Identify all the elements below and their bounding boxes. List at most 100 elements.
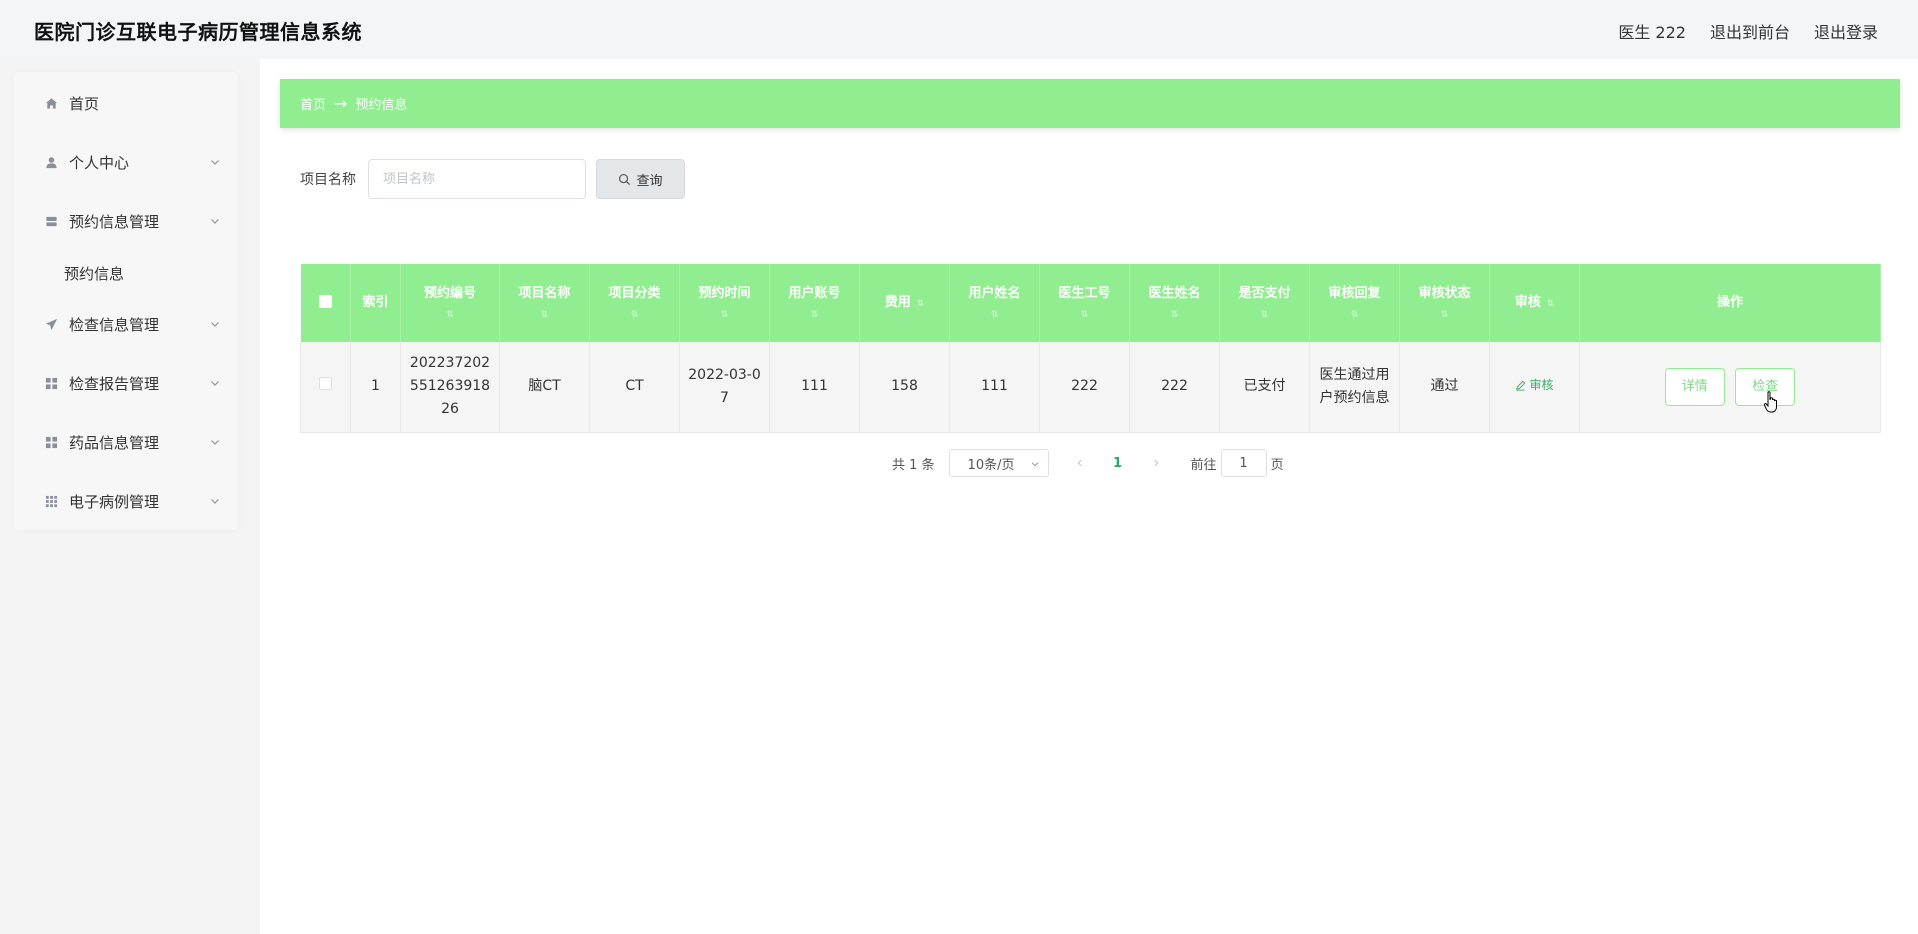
sidebar-item-personal-center[interactable]: 个人中心	[14, 142, 238, 182]
sidebar-item-exam-management[interactable]: 检查信息管理	[14, 304, 238, 344]
sort-icon[interactable]: ⇅	[1042, 309, 1127, 321]
table-row: 1 202237202551263918 26 脑CT CT 2022-03-0…	[300, 342, 1881, 433]
sort-icon[interactable]: ⇅	[772, 309, 857, 321]
booking-no-cell: 202237202551263918 26	[400, 342, 500, 433]
project-name-cell: 脑CT	[499, 342, 590, 433]
search-label: 项目名称	[300, 172, 356, 188]
column-header[interactable]: 审核状态 ⇅	[1399, 264, 1490, 342]
sidebar-item-label: 检查信息管理	[69, 315, 160, 334]
chevron-down-icon	[1031, 462, 1038, 467]
sidebar-item-emr-management[interactable]: 电子病例管理	[14, 481, 238, 521]
prev-page-button[interactable]	[1065, 449, 1095, 477]
goto-label: 前往	[1190, 457, 1217, 473]
search-input[interactable]	[368, 159, 586, 199]
search-button[interactable]: 查询	[596, 159, 685, 199]
goto-page-input[interactable]	[1220, 449, 1267, 477]
select-all-checkbox[interactable]	[318, 294, 332, 308]
column-header[interactable]: 审核 ⇅	[1489, 264, 1580, 342]
home-icon	[44, 96, 58, 110]
grid-icon	[44, 376, 58, 390]
sidebar-item-drug-management[interactable]: 药品信息管理	[14, 422, 238, 462]
sort-icon[interactable]: ⇅	[682, 309, 767, 321]
search-button-label: 查询	[636, 173, 663, 189]
sort-icon[interactable]: ⇅	[1132, 309, 1217, 321]
page-number[interactable]: 1	[1103, 456, 1133, 471]
audit-cell: 审核	[1489, 342, 1580, 433]
breadcrumb: 首页 → 预约信息	[280, 79, 1900, 128]
sort-icon[interactable]: ⇅	[592, 309, 677, 321]
apps-icon	[44, 494, 58, 508]
user-icon	[44, 155, 58, 169]
chevron-down-icon	[211, 440, 219, 445]
column-header[interactable]: 预约时间 ⇅	[679, 264, 770, 342]
main-content: 首页 → 预约信息 项目名称 查询 索引 预约编号⇅ 项目名称⇅ 项目分类⇅ 预…	[260, 59, 1918, 934]
column-header[interactable]: 费用 ⇅	[859, 264, 950, 342]
sidebar-item-label: 检查报告管理	[69, 374, 160, 393]
sidebar-item-booking-info[interactable]: 预约信息	[14, 253, 238, 293]
sort-icon[interactable]: ⇅	[1402, 309, 1487, 321]
column-header[interactable]: 审核回复 ⇅	[1309, 264, 1400, 342]
column-header[interactable]: 项目名称 ⇅	[499, 264, 590, 342]
sidebar: 首页 个人中心 预约信息管理 预约信息 检查信息管理 检查报告管理 药品信息管理…	[14, 72, 238, 530]
select-all-header	[300, 264, 351, 342]
booking-time-cell: 2022-03-07	[679, 342, 770, 433]
column-header[interactable]: 是否支付 ⇅	[1219, 264, 1310, 342]
sidebar-item-report-management[interactable]: 检查报告管理	[14, 363, 238, 403]
top-right-nav: 医生 222 退出到前台 退出登录	[1618, 19, 1878, 43]
edit-icon	[1516, 380, 1526, 391]
breadcrumb-separator: →	[334, 94, 348, 113]
chevron-down-icon	[211, 160, 219, 165]
chevron-down-icon	[211, 499, 219, 504]
sort-icon[interactable]: ⇅	[952, 309, 1037, 321]
booking-table: 索引 预约编号 ⇅ 项目名称 ⇅ 项目分类 ⇅ 预约时间 ⇅ 用户账号 ⇅ 费用 ⇅ 用户姓…	[300, 264, 1881, 433]
back-to-front-link[interactable]: 退出到前台	[1710, 19, 1790, 43]
row-select-cell	[300, 342, 351, 433]
chevron-down-icon	[211, 381, 219, 386]
project-type-cell: CT	[589, 342, 680, 433]
calendar-icon	[44, 214, 58, 228]
column-header[interactable]: 医生工号 ⇅	[1039, 264, 1130, 342]
sort-icon[interactable]: ⇅	[1312, 309, 1397, 321]
pagination: 共 1 条 10条/页 1 前往 页	[892, 449, 1284, 477]
sidebar-item-label: 个人中心	[69, 153, 130, 172]
sidebar-item-label: 预约信息	[64, 264, 125, 283]
sort-icon[interactable]: ⇅	[1222, 309, 1307, 321]
sidebar-item-label: 药品信息管理	[69, 433, 160, 452]
column-header: 索引	[350, 264, 401, 342]
audit-link[interactable]: 审核	[1515, 374, 1554, 397]
table-header-row: 索引 预约编号 ⇅ 项目名称 ⇅ 项目分类 ⇅ 预约时间 ⇅ 用户账号 ⇅ 费用 ⇅ 用户姓…	[300, 264, 1881, 342]
page-suffix: 页	[1270, 457, 1284, 473]
sort-icon[interactable]: ⇅	[403, 309, 497, 321]
sort-icon[interactable]: ⇅	[917, 299, 925, 309]
audit-reply-cell: 医生通过用户预约信息	[1309, 342, 1400, 433]
page-size-select[interactable]: 10条/页	[948, 449, 1049, 477]
breadcrumb-home[interactable]: 首页	[300, 94, 326, 113]
top-bar: 医院门诊互联电子病历管理信息系统 医生 222 退出到前台 退出登录	[0, 0, 1918, 59]
row-checkbox[interactable]	[319, 377, 332, 391]
paid-cell: 已支付	[1219, 342, 1310, 433]
column-header[interactable]: 预约编号 ⇅	[400, 264, 500, 342]
sidebar-item-home[interactable]: 首页	[14, 83, 238, 123]
column-header: 操作	[1579, 264, 1881, 342]
sidebar-item-booking-management[interactable]: 预约信息管理	[14, 201, 238, 241]
column-header[interactable]: 医生姓名 ⇅	[1129, 264, 1220, 342]
sidebar-item-label: 首页	[69, 94, 100, 113]
user-account-cell: 111	[769, 342, 860, 433]
column-header[interactable]: 用户账号 ⇅	[769, 264, 860, 342]
chevron-down-icon	[211, 322, 219, 327]
column-header[interactable]: 项目分类 ⇅	[589, 264, 680, 342]
detail-button[interactable]: 详情	[1664, 367, 1725, 406]
current-user: 医生 222	[1618, 23, 1686, 42]
audit-status-cell: 通过	[1399, 342, 1490, 433]
chevron-left-icon	[1077, 459, 1082, 467]
chevron-down-icon	[211, 219, 219, 224]
sort-icon[interactable]: ⇅	[502, 309, 587, 321]
user-name-cell: 111	[949, 342, 1040, 433]
next-page-button[interactable]	[1141, 449, 1171, 477]
actions-cell: 详情 检查	[1579, 342, 1881, 433]
sort-icon[interactable]: ⇅	[1547, 299, 1555, 309]
column-header[interactable]: 用户姓名 ⇅	[949, 264, 1040, 342]
fee-cell: 158	[859, 342, 950, 433]
breadcrumb-current: 预约信息	[355, 98, 408, 113]
logout-link[interactable]: 退出登录	[1814, 19, 1878, 43]
